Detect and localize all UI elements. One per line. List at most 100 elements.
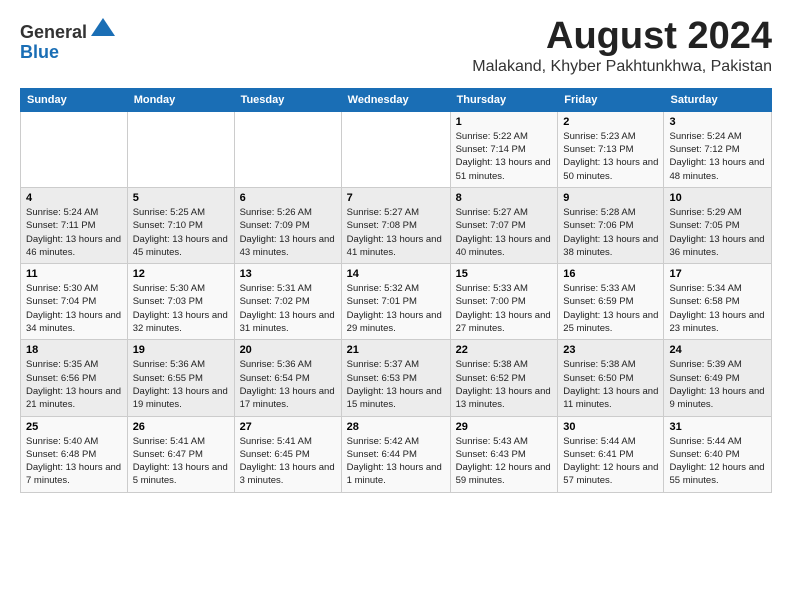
day-cell-content: Sunrise: 5:37 AM Sunset: 6:53 PM Dayligh…: [347, 358, 445, 411]
col-saturday: Saturday: [664, 88, 772, 111]
day-number: 21: [347, 344, 445, 356]
header-row: Sunday Monday Tuesday Wednesday Thursday…: [21, 88, 772, 111]
table-row: 4Sunrise: 5:24 AM Sunset: 7:11 PM Daylig…: [21, 187, 128, 263]
day-cell-content: Sunrise: 5:27 AM Sunset: 7:08 PM Dayligh…: [347, 206, 445, 259]
table-row: 1 Sunrise: 5:22 AM Sunset: 7:14 PM Daylig…: [450, 111, 558, 187]
day-number: 27: [240, 421, 336, 433]
day-number: 22: [456, 344, 553, 356]
day-cell-content: Sunrise: 5:41 AM Sunset: 6:45 PM Dayligh…: [240, 435, 336, 488]
table-row: 14 Sunrise: 5:32 AM Sunset: 7:01 PM Dayli…: [341, 264, 450, 340]
title-block: August 2024 Malakand, Khyber Pakhtunkhwa…: [472, 16, 772, 76]
day-cell-content: Sunrise: 5:40 AM Sunset: 6:48 PM Dayligh…: [26, 435, 122, 488]
day-number: 29: [456, 421, 553, 433]
table-row: 17 Sunrise: 5:34 AM Sunset: 6:58 PM Dayli…: [664, 264, 772, 340]
table-row: 11Sunrise: 5:30 AM Sunset: 7:04 PM Dayli…: [21, 264, 128, 340]
day-cell-content: Sunrise: 5:30 AM Sunset: 7:03 PM Dayligh…: [133, 282, 229, 335]
day-cell-content: Sunrise: 5:44 AM Sunset: 6:41 PM Dayligh…: [563, 435, 658, 488]
table-row: 21 Sunrise: 5:37 AM Sunset: 6:53 PM Dayli…: [341, 340, 450, 416]
col-sunday: Sunday: [21, 88, 128, 111]
day-cell-content: Sunrise: 5:41 AM Sunset: 6:47 PM Dayligh…: [133, 435, 229, 488]
table-row: 10Sunrise: 5:29 AM Sunset: 7:05 PM Dayli…: [664, 187, 772, 263]
day-cell-content: Sunrise: 5:29 AM Sunset: 7:05 PM Dayligh…: [669, 206, 766, 259]
table-row: 26 Sunrise: 5:41 AM Sunset: 6:47 PM Dayli…: [127, 416, 234, 492]
day-number: 1: [456, 116, 553, 128]
day-number: 31: [669, 421, 766, 433]
day-number: 2: [563, 116, 658, 128]
table-row: 19 Sunrise: 5:36 AM Sunset: 6:55 PM Dayli…: [127, 340, 234, 416]
day-cell-content: Sunrise: 5:42 AM Sunset: 6:44 PM Dayligh…: [347, 435, 445, 488]
day-number: 17: [669, 268, 766, 280]
col-tuesday: Tuesday: [234, 88, 341, 111]
day-number: 5: [133, 192, 229, 204]
day-cell-content: Sunrise: 5:24 AM Sunset: 7:11 PM Dayligh…: [26, 206, 122, 259]
calendar-table: Sunday Monday Tuesday Wednesday Thursday…: [20, 88, 772, 493]
table-row: 27 Sunrise: 5:41 AM Sunset: 6:45 PM Dayli…: [234, 416, 341, 492]
col-wednesday: Wednesday: [341, 88, 450, 111]
day-cell-content: Sunrise: 5:39 AM Sunset: 6:49 PM Dayligh…: [669, 358, 766, 411]
day-cell-content: Sunrise: 5:38 AM Sunset: 6:52 PM Dayligh…: [456, 358, 553, 411]
day-cell-content: Sunrise: 5:38 AM Sunset: 6:50 PM Dayligh…: [563, 358, 658, 411]
day-number: 28: [347, 421, 445, 433]
day-number: 6: [240, 192, 336, 204]
day-cell-content: Sunrise: 5:28 AM Sunset: 7:06 PM Dayligh…: [563, 206, 658, 259]
day-number: 15: [456, 268, 553, 280]
table-row: 15 Sunrise: 5:33 AM Sunset: 7:00 PM Dayli…: [450, 264, 558, 340]
day-number: 25: [26, 421, 122, 433]
day-number: 24: [669, 344, 766, 356]
day-number: 26: [133, 421, 229, 433]
day-number: 13: [240, 268, 336, 280]
calendar-week-5: 25 Sunrise: 5:40 AM Sunset: 6:48 PM Dayli…: [21, 416, 772, 492]
table-row: [21, 111, 128, 187]
day-cell-content: Sunrise: 5:44 AM Sunset: 6:40 PM Dayligh…: [669, 435, 766, 488]
col-thursday: Thursday: [450, 88, 558, 111]
table-row: 8 Sunrise: 5:27 AM Sunset: 7:07 PM Daylig…: [450, 187, 558, 263]
day-number: 19: [133, 344, 229, 356]
day-number: 9: [563, 192, 658, 204]
table-row: 12Sunrise: 5:30 AM Sunset: 7:03 PM Dayli…: [127, 264, 234, 340]
day-cell-content: Sunrise: 5:26 AM Sunset: 7:09 PM Dayligh…: [240, 206, 336, 259]
day-number: 3: [669, 116, 766, 128]
day-cell-content: Sunrise: 5:43 AM Sunset: 6:43 PM Dayligh…: [456, 435, 553, 488]
day-cell-content: Sunrise: 5:36 AM Sunset: 6:54 PM Dayligh…: [240, 358, 336, 411]
col-friday: Friday: [558, 88, 664, 111]
day-cell-content: Sunrise: 5:33 AM Sunset: 6:59 PM Dayligh…: [563, 282, 658, 335]
day-cell-content: Sunrise: 5:23 AM Sunset: 7:13 PM Dayligh…: [563, 130, 658, 183]
calendar-week-4: 18Sunrise: 5:35 AM Sunset: 6:56 PM Dayli…: [21, 340, 772, 416]
day-number: 23: [563, 344, 658, 356]
day-cell-content: Sunrise: 5:30 AM Sunset: 7:04 PM Dayligh…: [26, 282, 122, 335]
location-title: Malakand, Khyber Pakhtunkhwa, Pakistan: [472, 58, 772, 76]
table-row: 13 Sunrise: 5:31 AM Sunset: 7:02 PM Dayli…: [234, 264, 341, 340]
table-row: 5 Sunrise: 5:25 AM Sunset: 7:10 PM Daylig…: [127, 187, 234, 263]
day-number: 14: [347, 268, 445, 280]
day-cell-content: Sunrise: 5:32 AM Sunset: 7:01 PM Dayligh…: [347, 282, 445, 335]
logo-icon: [89, 16, 117, 38]
logo: General Blue: [20, 16, 117, 63]
day-cell-content: Sunrise: 5:25 AM Sunset: 7:10 PM Dayligh…: [133, 206, 229, 259]
day-cell-content: Sunrise: 5:35 AM Sunset: 6:56 PM Dayligh…: [26, 358, 122, 411]
table-row: 2 Sunrise: 5:23 AM Sunset: 7:13 PM Daylig…: [558, 111, 664, 187]
day-cell-content: Sunrise: 5:33 AM Sunset: 7:00 PM Dayligh…: [456, 282, 553, 335]
table-row: 20Sunrise: 5:36 AM Sunset: 6:54 PM Dayli…: [234, 340, 341, 416]
calendar-week-1: 1 Sunrise: 5:22 AM Sunset: 7:14 PM Daylig…: [21, 111, 772, 187]
table-row: 3 Sunrise: 5:24 AM Sunset: 7:12 PM Daylig…: [664, 111, 772, 187]
day-number: 7: [347, 192, 445, 204]
day-cell-content: Sunrise: 5:36 AM Sunset: 6:55 PM Dayligh…: [133, 358, 229, 411]
day-number: 8: [456, 192, 553, 204]
table-row: 22 Sunrise: 5:38 AM Sunset: 6:52 PM Dayli…: [450, 340, 558, 416]
day-cell-content: Sunrise: 5:22 AM Sunset: 7:14 PM Dayligh…: [456, 130, 553, 183]
table-row: 18Sunrise: 5:35 AM Sunset: 6:56 PM Dayli…: [21, 340, 128, 416]
day-cell-content: Sunrise: 5:34 AM Sunset: 6:58 PM Dayligh…: [669, 282, 766, 335]
day-cell-content: Sunrise: 5:31 AM Sunset: 7:02 PM Dayligh…: [240, 282, 336, 335]
table-row: [234, 111, 341, 187]
table-row: 25 Sunrise: 5:40 AM Sunset: 6:48 PM Dayli…: [21, 416, 128, 492]
table-row: 7 Sunrise: 5:27 AM Sunset: 7:08 PM Daylig…: [341, 187, 450, 263]
table-row: 31 Sunrise: 5:44 AM Sunset: 6:40 PM Dayli…: [664, 416, 772, 492]
day-cell-content: Sunrise: 5:24 AM Sunset: 7:12 PM Dayligh…: [669, 130, 766, 183]
table-row: 24 Sunrise: 5:39 AM Sunset: 6:49 PM Dayli…: [664, 340, 772, 416]
day-cell-content: Sunrise: 5:27 AM Sunset: 7:07 PM Dayligh…: [456, 206, 553, 259]
table-row: 30 Sunrise: 5:44 AM Sunset: 6:41 PM Dayli…: [558, 416, 664, 492]
table-row: 23 Sunrise: 5:38 AM Sunset: 6:50 PM Dayli…: [558, 340, 664, 416]
logo-general: General: [20, 22, 87, 42]
table-row: [127, 111, 234, 187]
day-number: 30: [563, 421, 658, 433]
